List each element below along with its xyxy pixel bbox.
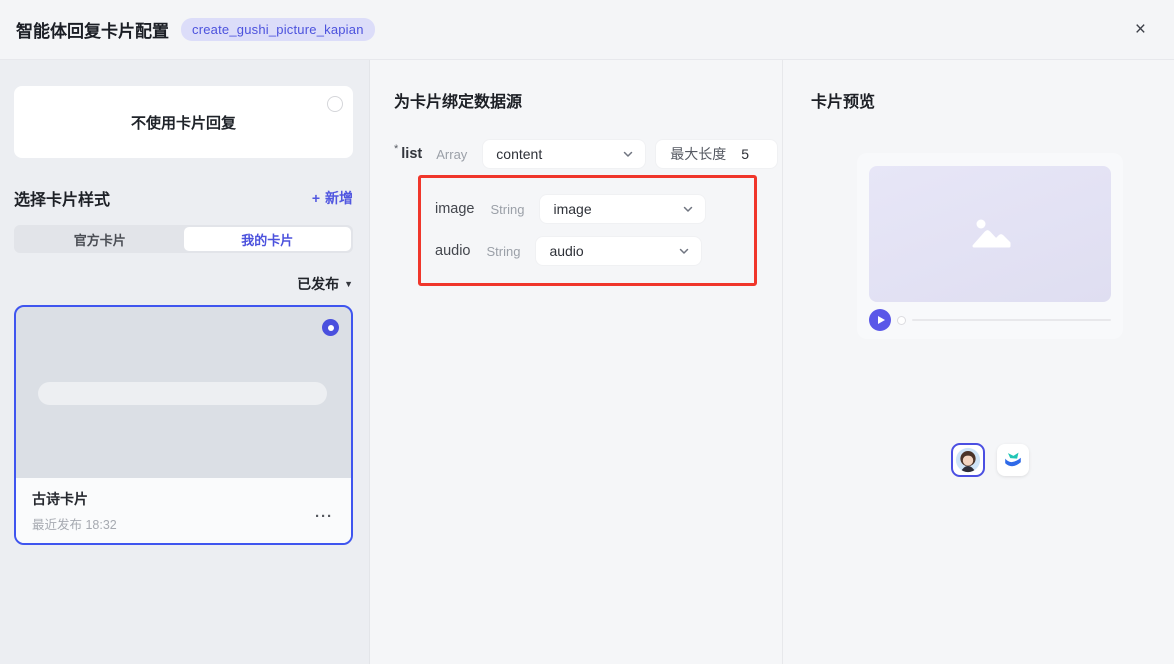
play-button[interactable] — [869, 309, 891, 331]
chevron-down-icon — [680, 248, 689, 254]
section-header: 选择卡片样式 + 新增 — [14, 186, 353, 210]
field-row-list: * list Array content 最大长度 5 — [394, 139, 782, 169]
section-title: 选择卡片样式 — [14, 192, 111, 209]
audio-source-value: audio — [549, 243, 584, 259]
field-type-list: Array — [436, 146, 468, 162]
app-logo-icon — [1005, 452, 1021, 467]
field-row-image: image String image — [435, 194, 754, 224]
radio-dot — [327, 324, 334, 331]
no-card-reply-option[interactable]: 不使用卡片回复 — [14, 86, 353, 158]
card-item-footer: 古诗卡片 最近发布 18:32 ··· — [16, 478, 351, 543]
add-card-button[interactable]: + 新增 — [312, 188, 353, 208]
field-name-audio: audio — [435, 243, 471, 259]
preview-card — [857, 153, 1123, 339]
image-placeholder-icon — [972, 219, 1011, 248]
avatar-channel-selected[interactable] — [951, 443, 985, 477]
highlight-annotation-box: image String image audio String audio — [418, 175, 757, 286]
data-binding-panel: 为卡片绑定数据源 * list Array content 最大长度 5 ima… — [370, 60, 782, 664]
audio-slider-thumb[interactable] — [897, 315, 906, 325]
tab-official-cards[interactable]: 官方卡片 — [16, 227, 184, 251]
required-mark: * — [394, 143, 399, 155]
max-length-input[interactable]: 最大长度 5 — [655, 139, 778, 169]
field-type-image: String — [490, 201, 525, 217]
more-icon[interactable]: ··· — [315, 508, 333, 525]
field-name-image: image — [435, 201, 475, 217]
image-source-value: image — [553, 201, 592, 217]
card-item-subtitle: 最近发布 18:32 — [32, 518, 117, 532]
card-preview-panel: 卡片预览 — [782, 60, 1174, 664]
avatar-icon — [955, 447, 981, 473]
header: 智能体回复卡片配置 create_gushi_picture_kapian × — [0, 0, 1174, 60]
field-type-audio: String — [486, 243, 521, 259]
app-channel[interactable] — [997, 444, 1029, 476]
preview-image-placeholder — [869, 166, 1111, 302]
card-item-gushi[interactable]: 古诗卡片 最近发布 18:32 ··· — [14, 305, 353, 545]
caret-down-icon: ▼ — [344, 279, 353, 289]
audio-slider-track[interactable] — [912, 319, 1111, 321]
chevron-down-icon — [624, 151, 633, 157]
audio-player — [869, 309, 1111, 331]
plus-icon: + — [311, 190, 320, 206]
card-thumbnail-skeleton — [38, 382, 327, 405]
card-style-panel: 不使用卡片回复 选择卡片样式 + 新增 官方卡片 我的卡片 已发布 ▼ 古诗卡片 — [0, 60, 370, 664]
close-icon[interactable]: × — [1135, 20, 1146, 39]
max-length-label: 最大长度 — [670, 146, 727, 162]
publish-status-label: 已发布 — [297, 276, 340, 292]
image-source-select[interactable]: image — [539, 194, 707, 224]
max-length-value: 5 — [741, 146, 750, 162]
field-row-audio: audio String audio — [435, 236, 754, 266]
no-card-reply-label: 不使用卡片回复 — [130, 114, 236, 132]
card-source-tabs: 官方卡片 我的卡片 — [14, 225, 353, 253]
list-source-value: content — [496, 146, 543, 162]
radio-unselected-icon[interactable] — [327, 96, 343, 112]
play-icon — [877, 316, 885, 324]
list-source-select[interactable]: content — [482, 139, 647, 169]
tab-my-cards[interactable]: 我的卡片 — [183, 227, 351, 251]
publish-status-filter[interactable]: 已发布 ▼ — [14, 274, 353, 294]
audio-source-select[interactable]: audio — [535, 236, 703, 266]
card-item-title: 古诗卡片 — [32, 491, 88, 507]
add-card-label: 新增 — [325, 190, 353, 206]
card-id-badge: create_gushi_picture_kapian — [181, 18, 375, 41]
radio-selected-icon[interactable] — [322, 319, 339, 336]
page-title: 智能体回复卡片配置 — [16, 22, 169, 41]
card-preview-title: 卡片预览 — [811, 94, 876, 111]
card-item-info: 古诗卡片 最近发布 18:32 — [32, 489, 117, 543]
data-binding-title: 为卡片绑定数据源 — [394, 94, 523, 111]
main-body: 不使用卡片回复 选择卡片样式 + 新增 官方卡片 我的卡片 已发布 ▼ 古诗卡片 — [0, 60, 1174, 664]
channel-icons-row — [857, 443, 1123, 477]
field-name-list: list — [401, 146, 423, 162]
chevron-down-icon — [684, 206, 693, 212]
